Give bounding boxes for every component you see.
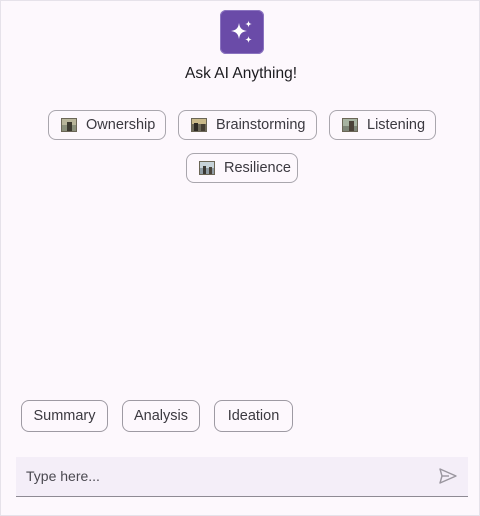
- topic-chip-listening[interactable]: Listening: [329, 110, 436, 140]
- image-thumbnail-icon: [199, 161, 215, 175]
- analysis-button[interactable]: Analysis: [122, 400, 200, 432]
- image-thumbnail-icon: [342, 118, 358, 132]
- topic-chip-label: Listening: [367, 117, 426, 133]
- topic-chip-brainstorming[interactable]: Brainstorming: [178, 110, 317, 140]
- page-title: Ask AI Anything!: [184, 65, 297, 82]
- send-icon[interactable]: [438, 466, 458, 486]
- sparkle-icon: [231, 20, 252, 43]
- topic-chip-ownership[interactable]: Ownership: [48, 110, 166, 140]
- topic-chip-resilience[interactable]: Resilience: [186, 153, 298, 183]
- image-thumbnail-icon: [61, 118, 77, 132]
- summary-button[interactable]: Summary: [21, 400, 108, 432]
- topic-chip-label: Ownership: [86, 117, 156, 133]
- ai-assistant-panel: Ask AI Anything! Ownership Brainstorming…: [0, 0, 480, 516]
- message-composer: [16, 457, 468, 497]
- topic-chip-label: Resilience: [224, 160, 291, 176]
- ideation-button[interactable]: Ideation: [214, 400, 293, 432]
- topic-chip-label: Brainstorming: [216, 117, 306, 133]
- ai-logo: [220, 10, 264, 54]
- image-thumbnail-icon: [191, 118, 207, 132]
- message-input[interactable]: [16, 457, 426, 495]
